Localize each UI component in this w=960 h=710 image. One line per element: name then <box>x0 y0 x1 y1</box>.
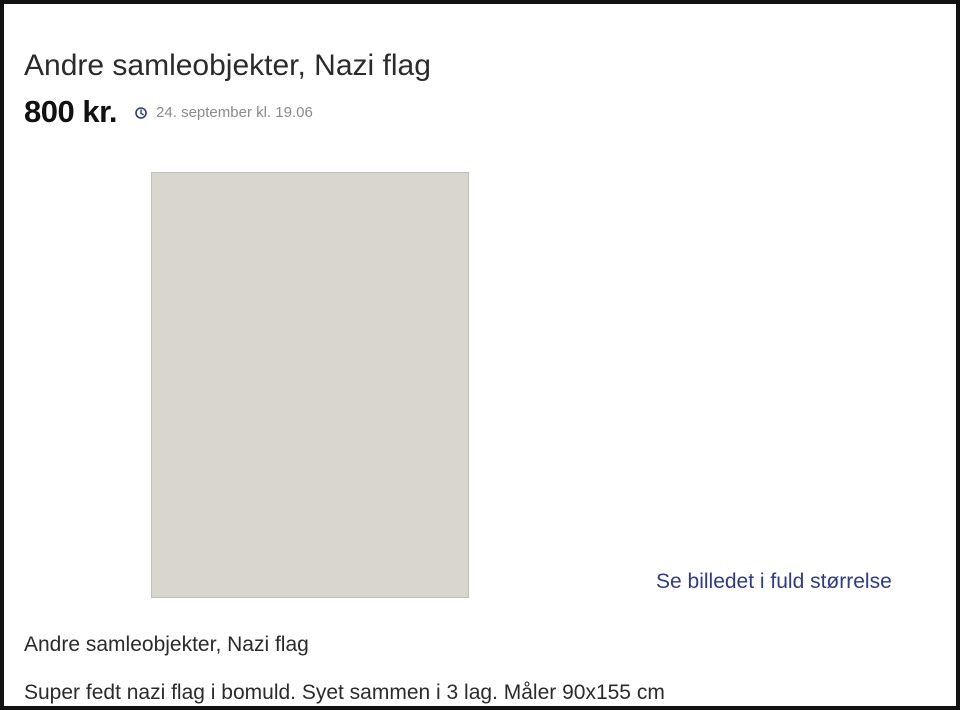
listing-page: Andre samleobjekter, Nazi flag 800 kr. 2… <box>0 0 960 710</box>
listing-title: Andre samleobjekter, Nazi flag <box>24 49 431 82</box>
view-fullsize-link[interactable]: Se billedet i fuld størrelse <box>656 567 892 597</box>
listing-photo[interactable]: Nazi flag <box>151 172 469 598</box>
description-title: Andre samleobjekter, Nazi flag <box>24 633 309 656</box>
photo-label: Nazi flag <box>152 173 153 174</box>
clock-icon <box>135 106 147 119</box>
description-text: Super fedt nazi flag i bomuld. Syet samm… <box>24 681 665 704</box>
price: 800 kr. <box>24 94 118 129</box>
price-row: 800 kr. 24. september kl. 19.06 <box>24 92 313 132</box>
posted-timestamp: 24. september kl. 19.06 <box>156 103 313 121</box>
